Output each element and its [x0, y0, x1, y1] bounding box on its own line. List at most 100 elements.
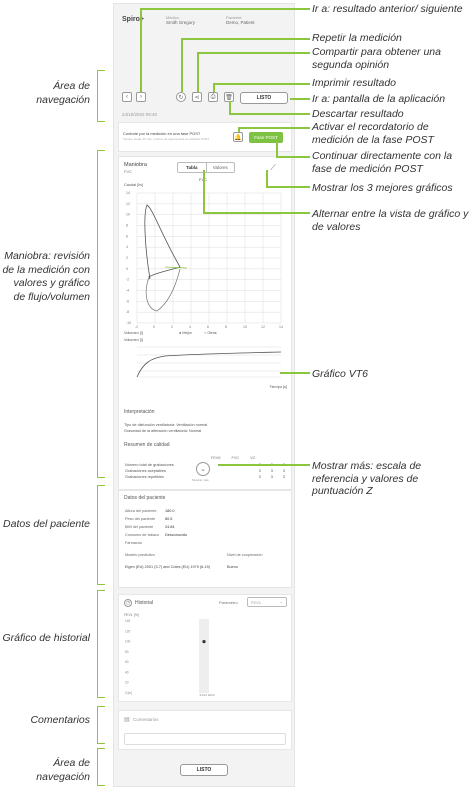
print-icon[interactable]: ⎙	[208, 92, 218, 102]
prev-result-button[interactable]: ‹	[122, 92, 132, 102]
label-comments: Comentarios	[30, 714, 90, 726]
chevron-down-icon: ⌄	[279, 599, 283, 604]
quality-headers: FEV6 FVC VC	[211, 456, 256, 460]
y-tick-label: 2	[126, 256, 128, 260]
measurement-datetime: 24/10/2022 09:40	[122, 112, 158, 117]
history-x-label: 24/10 2022	[199, 693, 215, 697]
bracket-history	[96, 590, 105, 698]
share-icon[interactable]: ⋖	[192, 92, 202, 102]
patient-field: Consumo de tabaco Desconocido	[125, 533, 187, 537]
doctor-name: Smith Gregory	[166, 20, 196, 25]
predicted-model-value: Eigen (EU) 2001 (3-7) and Cotes (EU) 197…	[125, 565, 211, 569]
x-tick-label: 10	[243, 325, 247, 329]
history-chart: 140 120 100 80 60 40 20 0 [m]	[125, 619, 209, 695]
bracket-comments	[96, 706, 105, 744]
annotation-share: Compartir para obtener una segunda opini…	[312, 46, 441, 71]
x-tick-label: 8	[225, 325, 227, 329]
tab-values[interactable]: Valores	[207, 163, 235, 172]
predicted-model-label: Modelo predictivo	[125, 553, 155, 557]
history-y-tick: 80	[125, 650, 129, 654]
coop-label: Nivel de cooperación	[227, 553, 263, 557]
bell-icon[interactable]: 🔔	[233, 132, 243, 142]
legend-best: ● Mejor	[179, 331, 192, 335]
vt-x-label: Tiempo [s]	[269, 385, 287, 389]
annotation-show-more: Mostrar más: escala de referencia y valo…	[312, 460, 422, 497]
done-button-bottom[interactable]: LISTO	[180, 764, 228, 776]
annotation-repeat: Repetir la medición	[312, 32, 402, 44]
patient-data-card: Datos del paciente Altura del paciente 18…	[118, 490, 292, 588]
y-tick-label: 10	[126, 213, 130, 217]
flow-volume-curve-best	[144, 204, 181, 280]
patient-data-title: Datos del paciente	[124, 495, 166, 501]
history-point	[202, 639, 206, 644]
flow-volume-chart: 14 12 10 8 6 4 2 0 -2 -4 -6 -8 -10 -2 0 2 4 6 8 10 12 14	[126, 191, 283, 329]
annotation-print: Imprimir resultado	[312, 77, 397, 89]
patient-field: Peso del paciente 80.5	[125, 517, 173, 521]
annotation-toggle: Alternar entre la vista de gráfico y de …	[312, 208, 469, 233]
done-button-top[interactable]: LISTO	[240, 92, 288, 104]
x-tick-label: 14	[279, 325, 283, 329]
maneuver-card: Maniobra FVC Tabla Valores ⟋ FVC Caudal …	[118, 156, 292, 490]
history-y-tick: 0 [m]	[125, 691, 132, 695]
label-nav-bottom: Área de navegación	[36, 757, 90, 783]
parameter-label: Parámetro	[219, 600, 238, 605]
volume-x-label: Volumen [l]	[124, 331, 143, 335]
post-reminder-subtext: Tiempo medio 15 min. mínimo de espera pa…	[123, 137, 210, 141]
history-y-title: FEV1 [%]	[124, 613, 139, 617]
next-result-button[interactable]: ›	[136, 92, 146, 102]
post-reminder-text: Controle por la medición en una fase POS…	[123, 131, 201, 136]
label-maneuver: Maniobra: revisión de la medición con va…	[2, 250, 90, 303]
history-title: Historial	[135, 600, 154, 606]
show-more-button[interactable]: ⌄	[196, 462, 210, 476]
interpretation-title: Interpretación	[124, 409, 155, 415]
patient-name: Demo, Patient	[226, 20, 255, 25]
bracket-patient	[96, 485, 105, 585]
quality-title: Resumen de calidad	[124, 442, 170, 448]
annotation-reminder: Activar el recordatorio de medición de l…	[312, 121, 434, 146]
repeat-icon[interactable]: ↻	[176, 92, 186, 102]
comments-card: ▤ Comentarios	[118, 710, 292, 750]
vt-y-label: Volumen [l]	[124, 338, 143, 342]
label-patient: Datos del paciente	[3, 518, 90, 530]
annotation-goto-app: Ir a: pantalla de la aplicación	[312, 93, 446, 105]
show-more-label: Mostrar más	[192, 478, 209, 482]
x-tick-label: -2	[135, 325, 138, 329]
annotation-prev-next: Ir a: resultado anterior/ siguiente	[312, 3, 463, 15]
y-tick-label: -2	[126, 278, 129, 282]
y-tick-label: 4	[126, 245, 128, 249]
bracket-nav-bottom	[96, 748, 105, 786]
annotation-discard: Descartar resultado	[312, 108, 404, 120]
post-phase-button[interactable]: Fase POST	[249, 132, 283, 143]
view-toggle: Tabla Valores	[177, 162, 235, 173]
y-tick-label: 12	[126, 202, 130, 206]
vt6-chart	[136, 346, 282, 378]
patient-field: Altura del paciente 180.0	[125, 509, 175, 513]
annotation-continue-post: Continuar directamente con la fase de me…	[312, 150, 453, 175]
x-tick-label: 2	[171, 325, 173, 329]
annotation-vt6: Gráfico VT6	[312, 368, 369, 380]
y-tick-label: -10	[126, 321, 131, 325]
best3-icon[interactable]: ⟋	[267, 162, 279, 174]
y-tick-label: 6	[126, 234, 128, 238]
maneuver-title: Maniobra	[124, 162, 147, 168]
y-tick-label: 14	[126, 191, 130, 195]
x-tick-label: 12	[261, 325, 265, 329]
history-y-tick: 140	[125, 619, 131, 623]
bracket-maneuver	[96, 150, 105, 478]
parameter-select[interactable]: FEV1 ⌄	[247, 597, 287, 607]
coop-value: Bueno	[227, 565, 238, 569]
label-history: Gráfico de historial	[2, 632, 90, 644]
comments-title: Comentarios	[133, 717, 159, 722]
x-tick-label: 6	[207, 325, 209, 329]
history-card: ◷ Historial Parámetro FEV1 ⌄ FEV1 [%] 140…	[118, 594, 292, 702]
app-screen: Spiro+ Médico Smith Gregory Paciente Dem…	[113, 3, 295, 787]
annotation-best3: Mostrar los 3 mejores gráficos	[312, 182, 453, 194]
comments-input[interactable]	[124, 733, 286, 745]
x-tick-label: 4	[189, 325, 191, 329]
patient-field: Farmacos	[125, 541, 142, 545]
y-tick-label: -4	[126, 289, 129, 293]
legend-other: ○ Otras	[204, 331, 217, 335]
patient-field: BMI del paciente 24.84	[125, 525, 175, 529]
interpretation-line1: Tipo de disfunción ventilatoria: Ventila…	[124, 423, 208, 427]
label-nav-top: Área de navegación	[36, 80, 90, 106]
